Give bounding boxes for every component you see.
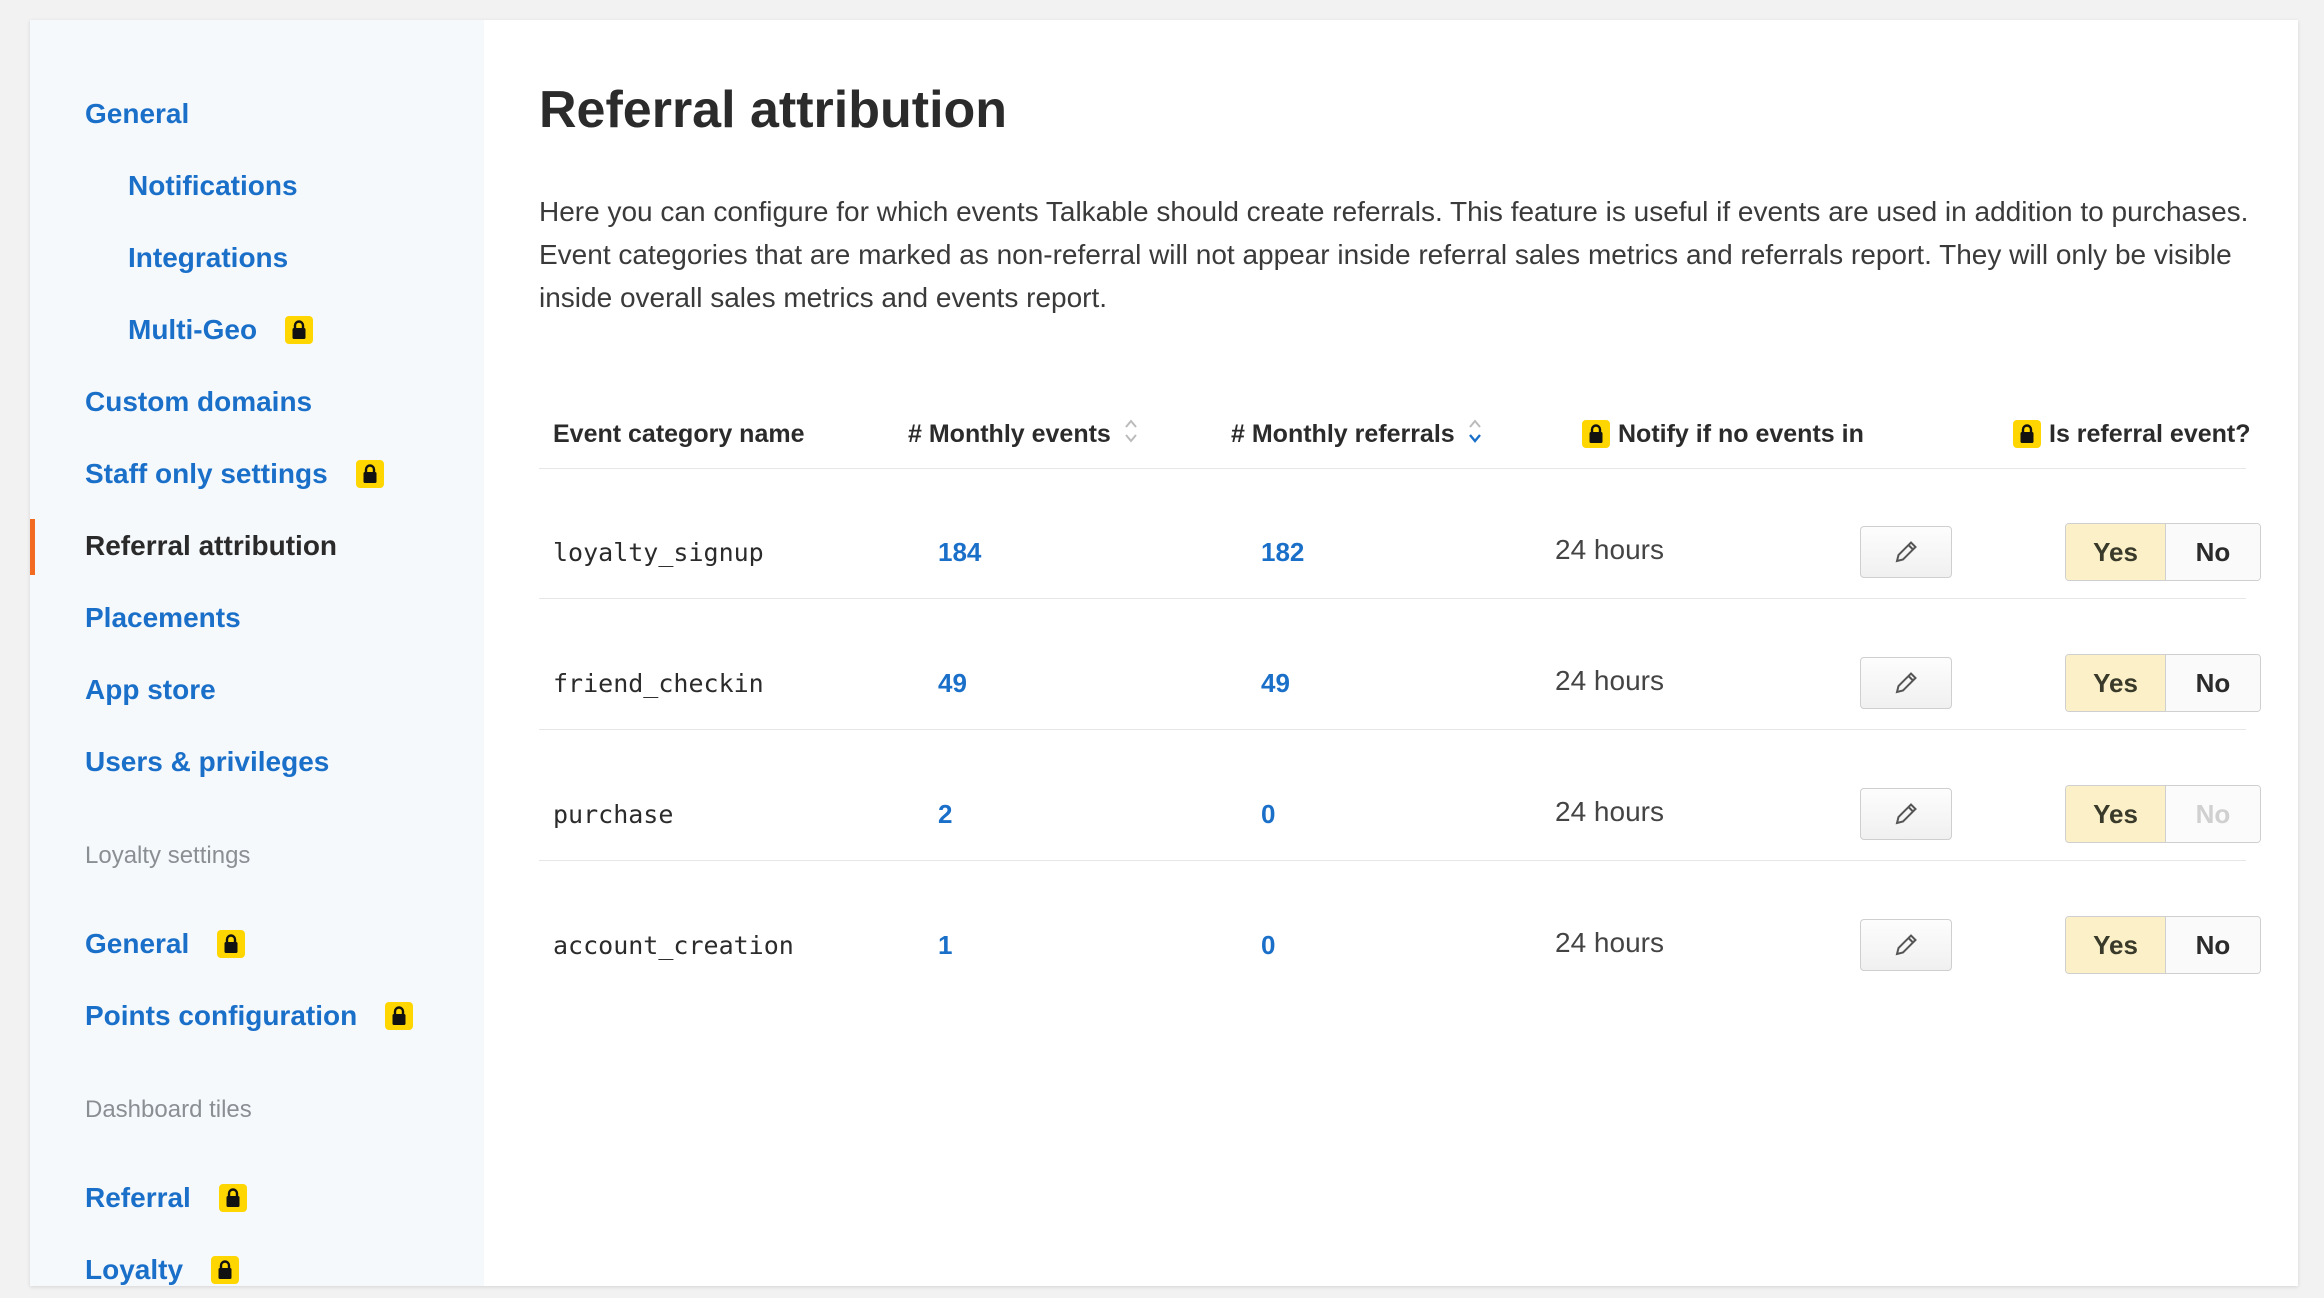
monthly-events-link[interactable]: 49: [938, 663, 967, 703]
sidebar-item-label: Referral attribution: [85, 530, 338, 561]
sidebar-item-notifications[interactable]: Notifications: [128, 166, 298, 206]
notify-interval: 24 hours: [1555, 665, 1664, 696]
sidebar-item-label: Staff only settings: [85, 458, 328, 489]
monthly-events-link[interactable]: 2: [938, 794, 952, 834]
column-header-is-referral: Is referral event?: [2013, 414, 2251, 454]
referral-toggle: Yes No: [2065, 523, 2261, 581]
sidebar-item-label: Multi-Geo: [128, 314, 258, 345]
referral-toggle: Yes No: [2065, 785, 2261, 843]
sidebar-item-integrations[interactable]: Integrations: [128, 238, 288, 278]
sidebar-item-loyalty-tile[interactable]: Loyalty: [85, 1250, 240, 1286]
page-title: Referral attribution: [539, 81, 1008, 139]
sort-desc-icon[interactable]: [1467, 417, 1483, 452]
main-content: Referral attribution Here you can config…: [539, 20, 2298, 1286]
section-label-dashboard: Dashboard tiles: [85, 1096, 252, 1123]
sidebar-item-general[interactable]: General: [85, 94, 189, 134]
event-category-name: purchase: [553, 799, 674, 829]
lock-icon: [2013, 420, 2041, 448]
table-divider: [539, 468, 2246, 469]
column-header-monthly-events[interactable]: # Monthly events: [908, 414, 1139, 454]
sidebar-item-points-configuration[interactable]: Points configuration: [85, 996, 414, 1036]
monthly-referrals-link[interactable]: 0: [1261, 794, 1275, 834]
event-category-name: loyalty_signup: [553, 537, 764, 567]
header-label: Event category name: [553, 419, 805, 448]
pencil-icon: [1895, 934, 1917, 956]
yes-option[interactable]: Yes: [2066, 655, 2166, 711]
sidebar-item-label: General: [85, 98, 190, 129]
lock-icon: [1582, 420, 1610, 448]
no-option[interactable]: No: [2166, 655, 2260, 711]
column-header-notify: Notify if no events in: [1582, 414, 1864, 454]
lock-icon: [285, 316, 314, 344]
no-option[interactable]: No: [2166, 524, 2260, 580]
edit-notify-button[interactable]: [1860, 919, 1952, 971]
column-header-monthly-referrals[interactable]: # Monthly referrals: [1231, 414, 1483, 454]
sidebar-item-label: App store: [85, 674, 216, 705]
yes-option[interactable]: Yes: [2066, 917, 2166, 973]
lock-icon: [217, 930, 246, 958]
header-label: Is referral event?: [2049, 419, 2251, 448]
notify-interval: 24 hours: [1555, 927, 1664, 958]
lock-icon: [218, 1184, 247, 1212]
sidebar-item-label: Referral: [85, 1182, 191, 1213]
sidebar-item-custom-domains[interactable]: Custom domains: [85, 382, 312, 422]
header-label: Notify if no events in: [1618, 419, 1864, 448]
sidebar-item-app-store[interactable]: App store: [85, 670, 216, 710]
monthly-referrals-link[interactable]: 49: [1261, 663, 1290, 703]
edit-notify-button[interactable]: [1860, 657, 1952, 709]
edit-notify-button[interactable]: [1860, 788, 1952, 840]
header-label: # Monthly events: [908, 419, 1111, 448]
settings-sidebar: General Notifications Integrations Multi…: [30, 20, 484, 1286]
active-indicator: [30, 519, 35, 575]
lock-icon: [211, 1256, 240, 1284]
event-category-name: friend_checkin: [553, 668, 764, 698]
lock-icon: [385, 1002, 414, 1030]
sidebar-item-placements[interactable]: Placements: [85, 598, 241, 638]
sort-icon[interactable]: [1123, 417, 1139, 452]
pencil-icon: [1895, 803, 1917, 825]
sidebar-item-loyalty-general[interactable]: General: [85, 924, 246, 964]
sidebar-item-multi-geo[interactable]: Multi-Geo: [128, 310, 314, 350]
monthly-referrals-link[interactable]: 182: [1261, 532, 1304, 572]
sidebar-item-users-privileges[interactable]: Users & privileges: [85, 742, 329, 782]
sidebar-item-label: Placements: [85, 602, 241, 633]
intro-text: Here you can configure for which events …: [539, 196, 2249, 313]
referral-toggle: Yes No: [2065, 916, 2261, 974]
referral-toggle: Yes No: [2065, 654, 2261, 712]
row-divider: [539, 860, 2246, 861]
header-label: # Monthly referrals: [1231, 419, 1455, 448]
no-option[interactable]: No: [2166, 917, 2260, 973]
sidebar-item-label: Users & privileges: [85, 746, 330, 777]
app-window: General Notifications Integrations Multi…: [30, 20, 2298, 1286]
sidebar-item-label: Points configuration: [85, 1000, 358, 1031]
sidebar-item-label: Loyalty: [85, 1254, 184, 1285]
row-divider: [539, 598, 2246, 599]
section-label-loyalty: Loyalty settings: [85, 842, 251, 869]
sidebar-item-staff-only-settings[interactable]: Staff only settings: [85, 454, 384, 494]
sidebar-item-label: Custom domains: [85, 386, 313, 417]
sidebar-item-referral-attribution[interactable]: Referral attribution: [85, 526, 337, 566]
pencil-icon: [1895, 541, 1917, 563]
monthly-referrals-link[interactable]: 0: [1261, 925, 1275, 965]
event-category-name: account_creation: [553, 930, 794, 960]
no-option-disabled: No: [2166, 786, 2260, 842]
pencil-icon: [1895, 672, 1917, 694]
column-header-name: Event category name: [553, 414, 805, 454]
yes-option[interactable]: Yes: [2066, 786, 2166, 842]
monthly-events-link[interactable]: 1: [938, 925, 952, 965]
sidebar-item-label: Notifications: [128, 170, 298, 201]
yes-option[interactable]: Yes: [2066, 524, 2166, 580]
sidebar-item-referral-tile[interactable]: Referral: [85, 1178, 247, 1218]
edit-notify-button[interactable]: [1860, 526, 1952, 578]
notify-interval: 24 hours: [1555, 534, 1664, 565]
notify-interval: 24 hours: [1555, 796, 1664, 827]
sidebar-item-label: General: [85, 928, 190, 959]
monthly-events-link[interactable]: 184: [938, 532, 981, 572]
sidebar-item-label: Integrations: [128, 242, 289, 273]
lock-icon: [355, 460, 384, 488]
row-divider: [539, 729, 2246, 730]
